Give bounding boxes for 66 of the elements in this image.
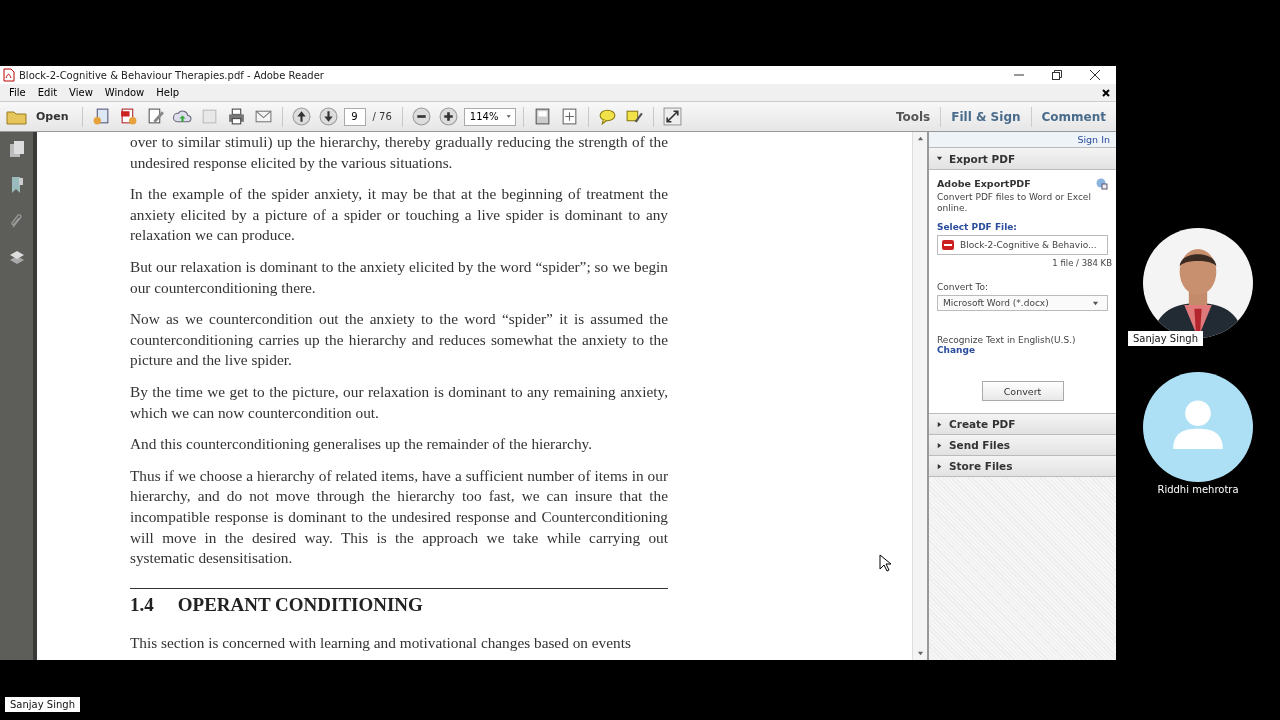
document-icon[interactable] [91, 107, 111, 126]
scroll-up-icon[interactable] [916, 135, 924, 142]
paperclip-icon[interactable] [8, 212, 25, 230]
zoom-out-icon[interactable] [411, 107, 431, 126]
paragraph: Thus if we choose a hierarchy of related items, have a sufficient number of items in our hierarchy, and do not move through the hierarchy too fast, we can insure that the incompatible response is dominant to the undesired response and Counterconditioning will move in the desired way. This is the approach we take while carrying out systematic desensitisation. [130, 465, 668, 569]
sign-in-link[interactable]: Sign In [1077, 134, 1110, 145]
toolbar-tab[interactable]: Tools [885, 109, 941, 124]
menu-item[interactable]: Window [100, 87, 149, 98]
caret-icon [1092, 299, 1099, 307]
section-header[interactable]: Create PDF [929, 414, 1116, 435]
presenter-name: Sanjay Singh [5, 697, 80, 712]
window-title: Block-2-Cognitive & Behaviour Therapies.pdf - Adobe Reader [19, 69, 324, 81]
close-icon[interactable] [1089, 69, 1101, 81]
convert-button[interactable]: Convert [981, 381, 1064, 401]
expand-icon[interactable] [662, 107, 682, 126]
mouse-cursor-icon [879, 554, 891, 572]
caret-icon [506, 113, 512, 120]
participant-name: Riddhi mehrotra [1157, 484, 1239, 495]
layers-icon[interactable] [8, 248, 25, 266]
scroll-down-icon[interactable] [916, 650, 924, 657]
triangle-icon [936, 462, 943, 470]
change-link[interactable]: Change [937, 345, 976, 355]
zoom-dropdown[interactable]: 114% [463, 107, 516, 126]
format-dropdown[interactable]: Microsoft Word (*.docx) [937, 295, 1108, 311]
triangle-icon [936, 441, 943, 449]
paragraph: And this counterconditioning generalises up the remainder of the hierarchy. [130, 434, 593, 455]
paragraph: But our relaxation is dominant to the anxiety elicited by the word “spider”; so we begin our counterconditioning there. [130, 256, 668, 298]
paragraph: over to similar stimuli) up the hierarchy, thereby gradually reducing the strength of the undesired response elicited by the various situations. [130, 132, 668, 173]
menu-item[interactable]: Help [152, 87, 184, 98]
avatar-icon [1143, 372, 1253, 482]
section-heading: OPERANT CONDITIONING [177, 594, 423, 616]
menu-item[interactable]: Edit [33, 87, 62, 98]
comment-icon[interactable] [597, 107, 617, 126]
page-number-field[interactable]: 9 [343, 107, 366, 126]
triangle-icon [936, 420, 943, 428]
triangle-icon [936, 155, 943, 162]
toolbar-tab[interactable]: Fill & Sign [941, 109, 1031, 124]
paragraph: This section is concerned with learning and motivational changes based on events [130, 633, 632, 654]
participant-name: Sanjay Singh [1128, 331, 1203, 346]
close-icon[interactable] [1102, 88, 1110, 97]
scrollbar[interactable] [912, 132, 927, 660]
print-icon[interactable] [226, 107, 246, 126]
paragraph: Now as we countercondition out the anxiety to the word “spider” it is assumed the counterconditioning carries up the hierarchy and reduces somewhat the anxiety to the picture and the live spider. [130, 309, 668, 371]
paragraph: In the example of the spider anxiety, it may be that at the beginning of treatment the anxiety elicited by a picture of a spider or touching a live spider is dominant to any relaxation we can produce. [130, 184, 668, 246]
page-count: / 76 [371, 111, 393, 122]
toolbar-tab[interactable]: Comment [1031, 109, 1116, 124]
section-header[interactable]: Export PDF [929, 147, 1116, 170]
section-header[interactable]: Store Files [929, 456, 1116, 477]
file-field[interactable]: Block-2-Cognitive & Behavio... [937, 235, 1108, 255]
description: Convert PDF files to Word or Excel online. [937, 192, 1092, 214]
zoom-in-icon[interactable] [438, 107, 458, 126]
language-text: Recognize Text in English(U.S.) [937, 335, 1077, 345]
section-number: 1.4 [130, 594, 154, 616]
file-size: 1 file / 384 KB [1051, 258, 1112, 268]
field-label: Convert To: [937, 282, 989, 292]
paragraph: By the time we get to the picture, our relaxation is dominant to any remaining anxiety, which we can now countercondition out. [130, 381, 668, 423]
field-label: Select PDF File: [937, 222, 1018, 232]
pdf-document-icon[interactable] [118, 107, 138, 126]
service-title: Adobe ExportPDF [937, 178, 1031, 190]
menu-item[interactable]: File [5, 87, 30, 98]
folder-icon [6, 108, 28, 125]
restore-icon[interactable] [1051, 69, 1063, 81]
pages-icon[interactable] [8, 140, 25, 158]
open-button[interactable]: Open [6, 108, 75, 125]
section-header[interactable]: Send Files [929, 435, 1116, 456]
menu-item[interactable]: View [65, 87, 97, 98]
